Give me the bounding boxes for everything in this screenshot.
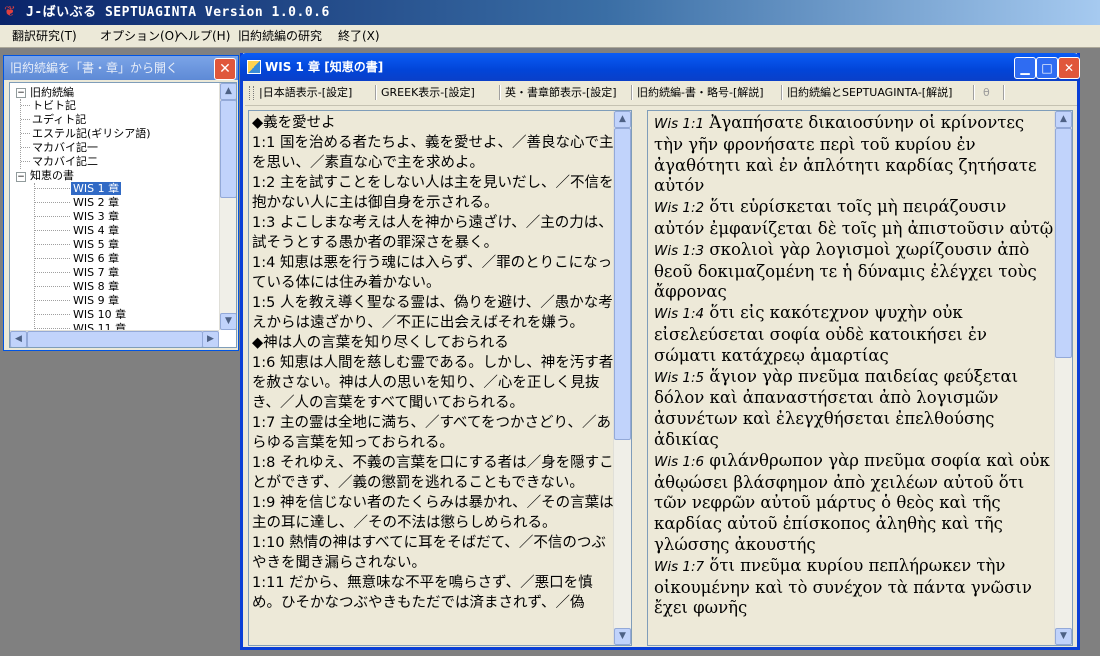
tree-book-node[interactable]: エステル記(ギリシア語) [32,127,151,140]
book-tree[interactable]: − 旧約続編 トビト記 ユディト記 エステル記(ギリシア語) マカバイ記一 マカ… [9,82,237,348]
theta-button[interactable]: θ [983,85,990,100]
book-chapter-tree-window: 旧約続編を「書・章」から開く ✕ − 旧約続編 トビト記 ユディト記 エステル記… [3,55,239,351]
close-button[interactable]: ✕ [1058,57,1080,79]
verse-text: 1:6 知恵は人間を慈しむ霊である。しかし、神を汚す者を赦さない。神は人の思いを… [252,355,614,411]
greek-verse: Wis 1:6 φιλάνθρωπον γὰρ πνεῦμα σοφία καὶ… [654,450,1050,554]
tree-chapter-node[interactable]: WIS 5 章 [73,238,119,251]
japanese-text-pane[interactable]: ◆義を愛せよ 1:1 国を治める者たちよ、義を愛せよ、／善良な心で主を思い、／素… [248,110,632,646]
tree-book-node-open[interactable]: 知恵の書 [30,169,74,182]
app-titlebar: ❦ J-ばいぶる SEPTUAGINTA Version 1.0.0.6 [0,0,1100,25]
tree-book-node[interactable]: マカバイ記一 [32,141,98,154]
japanese-display-settings-button[interactable]: |日本語表示-[設定] [259,85,352,100]
greek-verse: Wis 1:3 σκολιοὶ γὰρ λογισμοὶ χωρίζουσιν … [654,239,1037,302]
chapter-toolbar: |日本語表示-[設定] GREEK表示-[設定] 英・書章節表示-[設定] 旧約… [245,81,1077,106]
tree-collapse-icon[interactable]: − [16,172,26,182]
greek-pane-scrollbar[interactable]: ▲ ▼ [1054,111,1072,645]
scroll-down-icon[interactable]: ▼ [1055,628,1072,645]
toolbar-grip-icon[interactable] [249,86,254,100]
verse-text: 1:1 国を治める者たちよ、義を愛せよ、／善良な心で主を思い、／素直な心で主を求… [252,135,614,171]
tree-horizontal-scrollbar[interactable]: ◀ ▶ [10,330,219,347]
tree-chapter-node[interactable]: WIS 4 章 [73,224,119,237]
english-book-chapter-display-settings-button[interactable]: 英・書章節表示-[設定] [505,85,617,100]
greek-verse: Wis 1:7 ὅτι πνεῦμα κυρίου πεπλήρωκεν τὴν… [654,555,1032,618]
scroll-up-icon[interactable]: ▲ [1055,111,1072,128]
japanese-text: ◆義を愛せよ 1:1 国を治める者たちよ、義を愛せよ、／善良な心で主を思い、／素… [252,113,618,613]
greek-verse: Wis 1:5 ἅγιον γὰρ πνεῦμα παιδείας φεύξετ… [654,366,1019,449]
japanese-pane-scrollbar[interactable]: ▲ ▼ [613,111,631,645]
menu-apocrypha-study[interactable]: 旧約続編の研究 [234,28,326,44]
tree-chapter-node[interactable]: WIS 8 章 [73,280,119,293]
tree-chapter-node[interactable]: WIS 6 章 [73,252,119,265]
menu-translation-study[interactable]: 翻訳研究(T) [8,28,81,44]
apocrypha-abbreviations-guide-button[interactable]: 旧約続編-書・略号-[解説] [637,85,764,100]
verse-text: 1:2 主を試すことをしない人は主を見いだし、／不信を抱かない人に主は御自身を示… [252,175,614,211]
verse-text: 1:5 人を教え導く聖なる霊は、偽りを避け、／愚かな考えからは遠ざかり、／不正に… [252,295,613,331]
maximize-icon: □ [1041,61,1053,75]
verse-text: 1:4 知恵は悪を行う魂には入らず、／罪のとりこになっている体には住み着かない。 [252,255,613,291]
chapter-titlebar: WIS 1 章 [知恵の書] ▁ □ ✕ [240,53,1080,81]
verse-text: 1:8 それゆえ、不義の言葉を口にする者は／身を隠すことができず、／義の懲罰を逃… [252,455,614,491]
app-logo-icon: ❦ [4,4,16,20]
scroll-up-icon[interactable]: ▲ [220,83,236,100]
menu-help[interactable]: ヘルプ(H) [172,28,234,44]
scroll-thumb[interactable] [220,100,236,198]
scroll-right-icon[interactable]: ▶ [202,331,219,347]
verse-text: 1:11 だから、無意味な不平を鳴らさず、／悪口を慎め。ひそかなつぶやきもただで… [252,575,593,611]
menu-bar: 翻訳研究(T) オプション(O) ヘルプ(H) 旧約続編の研究 終了(X) [0,25,1100,48]
greek-text-pane[interactable]: Wis 1:1 Ἀγαπήσατε δικαιοσύνην οἱ κρίνοντ… [647,110,1073,646]
tree-title: 旧約続編を「書・章」から開く [10,61,179,75]
minimize-icon: ▁ [1020,61,1030,75]
scroll-down-icon[interactable]: ▼ [220,313,236,330]
chapter-window-title: WIS 1 章 [知恵の書] [265,60,384,74]
scroll-up-icon[interactable]: ▲ [614,111,631,128]
scroll-thumb[interactable] [27,331,203,347]
section-heading: ◆義を愛せよ [252,115,336,131]
tree-vertical-scrollbar[interactable]: ▲ ▼ [219,83,236,330]
tree-titlebar: 旧約続編を「書・章」から開く ✕ [4,56,238,80]
verse-text: 1:7 主の霊は全地に満ち、／すべてをつかさどり、／あらゆる言葉を知っておられる… [252,415,611,451]
window-icon [247,60,261,74]
tree-chapter-node[interactable]: WIS 7 章 [73,266,119,279]
close-icon: ✕ [219,61,231,77]
tree-chapter-node[interactable]: WIS 3 章 [73,210,119,223]
chapter-window: WIS 1 章 [知恵の書] ▁ □ ✕ |日本語表示-[設定] GREEK表示… [240,53,1080,650]
tree-chapter-node[interactable]: WIS 10 章 [73,308,126,321]
tree-chapter-node-selected[interactable]: WIS 1 章 [71,182,122,195]
section-heading: ◆神は人の言葉を知り尽くしておられる [252,335,509,351]
app-title: J-ばいぶる SEPTUAGINTA Version 1.0.0.6 [26,5,330,20]
apocrypha-septuagint-guide-button[interactable]: 旧約続編とSEPTUAGINTA-[解説] [787,85,952,100]
close-icon: ✕ [1063,61,1075,75]
tree-book-node[interactable]: マカバイ記二 [32,155,98,168]
menu-exit[interactable]: 終了(X) [334,28,384,44]
tree-chapter-node[interactable]: WIS 2 章 [73,196,119,209]
tree-book-node[interactable]: ユディト記 [32,113,86,126]
greek-verse: Wis 1:1 Ἀγαπήσατε δικαιοσύνην οἱ κρίνοντ… [654,113,1037,196]
tree-collapse-icon[interactable]: − [16,88,26,98]
verse-text: 1:10 熱情の神はすべてに耳をそばだて、／不信のつぶやきを聞き漏らされない。 [252,535,606,571]
verse-text: 1:3 よこしまな考えは人を神から遠ざけ、／主の力は、試そうとする愚か者の罪深さ… [252,215,613,251]
verse-text: 1:9 神を信じない者のたくらみは暴かれ、／その言葉は主の耳に達し、／その不法は… [252,495,614,531]
scroll-thumb[interactable] [1055,128,1072,358]
greek-display-settings-button[interactable]: GREEK表示-[設定] [381,85,475,100]
tree-close-button[interactable]: ✕ [214,58,236,80]
tree-root-node[interactable]: 旧約続編 [30,86,74,99]
greek-verse: Wis 1:2 ὅτι εὑρίσκεται τοῖς μὴ πειράζουσ… [654,197,1054,238]
greek-verse: Wis 1:4 ὅτι εἰς κακότεχνον ψυχὴν οὐκ εἰσ… [654,303,987,365]
scroll-left-icon[interactable]: ◀ [10,331,27,347]
scroll-thumb[interactable] [614,128,631,440]
menu-options[interactable]: オプション(O) [96,28,183,44]
minimize-button[interactable]: ▁ [1014,57,1036,79]
tree-book-node[interactable]: トビト記 [32,99,76,112]
maximize-button[interactable]: □ [1036,57,1058,79]
greek-text: Wis 1:1 Ἀγαπήσατε δικαιοσύνην οἱ κρίνοντ… [654,113,1054,619]
scroll-down-icon[interactable]: ▼ [614,628,631,645]
tree-chapter-node[interactable]: WIS 9 章 [73,294,119,307]
